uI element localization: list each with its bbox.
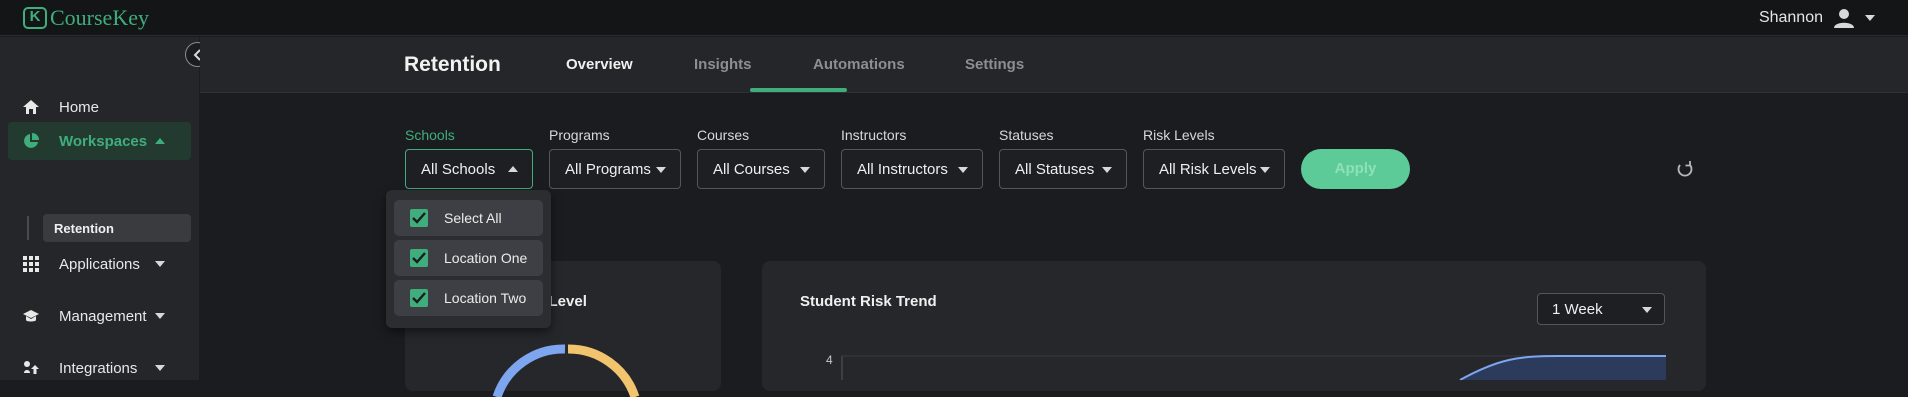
- active-tab-indicator: [750, 88, 847, 92]
- sidebar-item-label: Applications: [59, 255, 140, 273]
- option-location-two[interactable]: Location Two: [394, 280, 543, 316]
- option-label: Location One: [444, 250, 528, 266]
- sidebar-item-applications[interactable]: Applications: [8, 245, 191, 283]
- risk-levels-select[interactable]: All Risk Levels: [1143, 149, 1285, 189]
- risk-levels-filter-label: Risk Levels: [1143, 127, 1215, 143]
- home-icon: [23, 100, 39, 114]
- sidebar-item-label: Management: [59, 307, 147, 325]
- risk-donut-chart: [492, 344, 640, 397]
- statuses-select[interactable]: All Statuses: [999, 149, 1127, 189]
- sidebar-subitem-retention[interactable]: Retention: [43, 214, 191, 242]
- tab-settings[interactable]: Settings: [965, 56, 1024, 73]
- schools-dropdown-menu: Select All Location One Location Two: [386, 190, 551, 328]
- checkbox-checked[interactable]: [410, 209, 428, 227]
- risk-trend-chart: [841, 355, 1666, 380]
- logo-text: CourseKey: [50, 5, 149, 30]
- sidebar-item-home[interactable]: Home: [8, 88, 191, 126]
- sidebar-item-label: Integrations: [59, 359, 138, 377]
- statuses-filter-label: Statuses: [999, 127, 1054, 143]
- pie-chart-icon: [24, 133, 39, 148]
- statuses-select-value: All Statuses: [1015, 161, 1095, 178]
- trend-area: [1460, 356, 1666, 380]
- cloud-upload-icon: [24, 361, 39, 374]
- risk-trend-card-title: Student Risk Trend: [800, 293, 937, 310]
- schools-select[interactable]: All Schools: [405, 149, 533, 189]
- graduation-cap-icon: [23, 310, 39, 322]
- instructors-filter-label: Instructors: [841, 127, 907, 143]
- grid-icon: [23, 256, 39, 272]
- user-menu[interactable]: Shannon: [1759, 7, 1875, 29]
- sidebar-item-integrations[interactable]: Integrations: [8, 349, 191, 387]
- checkbox-checked[interactable]: [410, 289, 428, 307]
- instructors-select-value: All Instructors: [857, 161, 948, 178]
- courses-filter-label: Courses: [697, 127, 750, 143]
- chevron-down-icon: [1260, 167, 1270, 173]
- tab-automations[interactable]: Automations: [813, 56, 905, 73]
- sidebar-item-management[interactable]: Management: [8, 297, 191, 335]
- chevron-up-icon: [155, 138, 165, 144]
- sidebar-item-workspaces[interactable]: Workspaces: [8, 122, 191, 160]
- tab-overview[interactable]: Overview: [566, 56, 633, 73]
- tab-insights[interactable]: Insights: [694, 56, 752, 73]
- chevron-up-icon: [508, 166, 518, 172]
- programs-select-value: All Programs: [565, 161, 651, 178]
- refresh-icon[interactable]: [1675, 159, 1695, 179]
- option-location-one[interactable]: Location One: [394, 240, 543, 276]
- donut-segment-blue: [492, 344, 566, 397]
- chevron-down-icon: [800, 167, 810, 173]
- user-avatar-icon: [1834, 9, 1854, 28]
- programs-filter-label: Programs: [549, 127, 610, 143]
- chevron-down-icon: [958, 167, 968, 173]
- chevron-down-icon: [1642, 307, 1652, 313]
- schools-select-value: All Schools: [421, 161, 496, 178]
- chevron-down-icon: [155, 365, 165, 371]
- programs-select[interactable]: All Programs: [549, 149, 681, 189]
- chevron-down-icon: [155, 261, 165, 267]
- risk-levels-select-value: All Risk Levels: [1159, 161, 1257, 178]
- user-name: Shannon: [1758, 9, 1823, 26]
- option-select-all[interactable]: Select All: [394, 200, 543, 236]
- logo-mark: K: [23, 7, 47, 29]
- sidebar-item-label: Workspaces: [59, 132, 148, 150]
- page-header: Retention Overview Insights Automations …: [200, 37, 1908, 93]
- submenu-line: [27, 216, 29, 240]
- page-title: Retention: [404, 53, 501, 76]
- option-label: Select All: [444, 210, 502, 226]
- instructors-select[interactable]: All Instructors: [841, 149, 983, 189]
- chevron-down-icon: [1865, 15, 1875, 21]
- option-label: Location Two: [444, 290, 527, 306]
- schools-filter-label: Schools: [405, 127, 455, 143]
- apply-button[interactable]: Apply: [1301, 149, 1410, 189]
- checkbox-checked[interactable]: [410, 249, 428, 267]
- coursekey-logo[interactable]: K CourseKey: [23, 5, 149, 31]
- trend-range-select[interactable]: 1 Week: [1537, 293, 1665, 325]
- donut-segment-yellow: [567, 344, 640, 397]
- trend-range-value: 1 Week: [1552, 301, 1603, 318]
- top-bar: K CourseKey Shannon: [0, 0, 1908, 36]
- chevron-down-icon: [1102, 167, 1112, 173]
- chevron-down-icon: [656, 167, 666, 173]
- sidebar-item-label: Home: [59, 98, 100, 116]
- courses-select-value: All Courses: [713, 161, 790, 178]
- sidebar: Home Workspaces Retention Applications M…: [0, 37, 199, 380]
- courses-select[interactable]: All Courses: [697, 149, 825, 189]
- chevron-down-icon: [155, 313, 165, 319]
